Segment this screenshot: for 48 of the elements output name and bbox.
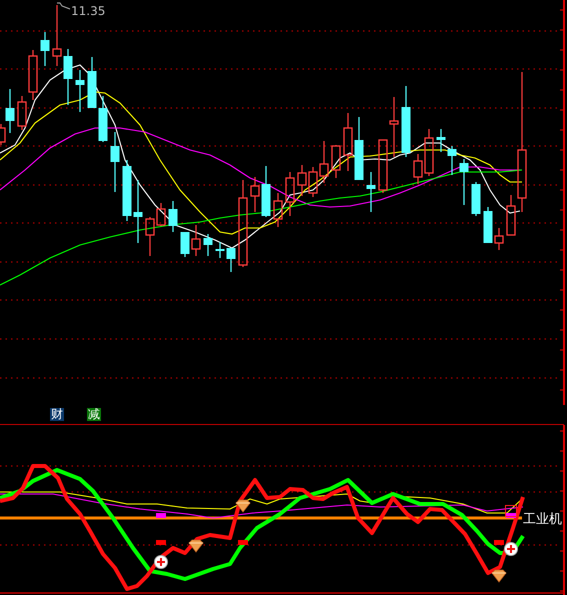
candlestick bbox=[343, 113, 353, 171]
candlestick bbox=[366, 172, 376, 212]
candlestick bbox=[216, 242, 224, 258]
candlestick bbox=[389, 97, 399, 157]
sector-label: 工业机 bbox=[523, 512, 562, 527]
candlestick bbox=[331, 145, 341, 178]
candlestick bbox=[354, 117, 364, 181]
candlestick bbox=[448, 146, 456, 175]
candlestick bbox=[308, 167, 318, 197]
signal-marker bbox=[156, 540, 166, 545]
candlestick bbox=[64, 49, 72, 105]
candlestick bbox=[226, 247, 236, 272]
candlestick bbox=[378, 139, 388, 193]
candlestick bbox=[436, 129, 446, 152]
candlestick bbox=[319, 141, 329, 183]
signal-marker bbox=[156, 513, 166, 518]
candlestick bbox=[110, 132, 120, 192]
candlestick bbox=[40, 32, 50, 66]
candlestick bbox=[76, 70, 84, 112]
candlestick bbox=[134, 180, 142, 243]
candlestick bbox=[122, 160, 132, 221]
candlestick bbox=[88, 57, 96, 109]
plus-circle-icon bbox=[154, 555, 168, 569]
candlestick bbox=[250, 177, 260, 212]
candlestick bbox=[191, 225, 201, 256]
candlestick bbox=[484, 207, 492, 244]
candlestick bbox=[402, 86, 410, 157]
candlestick bbox=[297, 165, 307, 196]
candlestick bbox=[204, 234, 212, 256]
plus-circle-icon bbox=[504, 542, 518, 556]
signal-marker bbox=[238, 540, 248, 545]
candlestick bbox=[285, 172, 295, 216]
gem-icon bbox=[235, 500, 251, 513]
candlestick bbox=[180, 231, 190, 257]
candlestick bbox=[98, 96, 108, 142]
candlestick bbox=[262, 166, 270, 217]
candlestick bbox=[52, 5, 62, 66]
candlestick bbox=[168, 201, 178, 232]
candlestick bbox=[273, 193, 283, 227]
gem-icon bbox=[188, 540, 204, 553]
candlestick bbox=[472, 182, 480, 216]
signal-marker bbox=[494, 540, 504, 545]
high-price-label: 11.35 bbox=[71, 4, 106, 18]
indicator-tag: 财 bbox=[50, 408, 64, 421]
candlestick bbox=[494, 228, 504, 250]
candlestick bbox=[460, 159, 468, 205]
indicator-tag: 减 bbox=[87, 408, 101, 421]
gem-icon bbox=[491, 570, 507, 583]
